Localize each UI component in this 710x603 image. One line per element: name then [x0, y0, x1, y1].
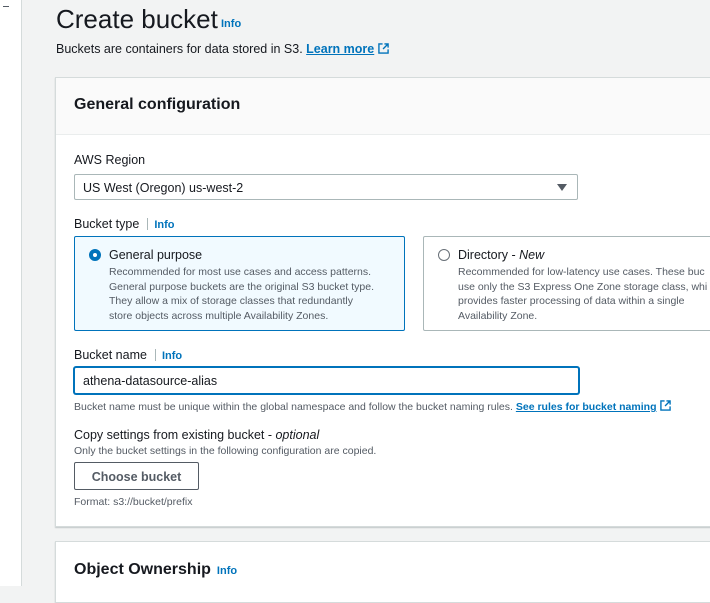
directory-new-badge: New — [519, 248, 545, 262]
choose-bucket-button[interactable]: Choose bucket — [74, 462, 199, 490]
object-ownership-title: Object Ownership Info — [74, 561, 237, 579]
left-nav-rail — [0, 0, 22, 586]
object-ownership-panel: Object Ownership Info — [55, 541, 710, 603]
choose-bucket-label: Choose bucket — [91, 470, 182, 484]
copy-settings-label: Copy settings from existing bucket - opt… — [74, 428, 319, 442]
bucket-type-info-link[interactable]: Info — [154, 219, 174, 231]
bucket-naming-rules-link[interactable]: See rules for bucket naming — [515, 400, 672, 413]
title-info-link[interactable]: Info — [221, 18, 241, 30]
label-divider — [154, 349, 156, 361]
bucket-name-hint-text: Bucket name must be unique within the gl… — [74, 401, 513, 413]
bucket-type-general-purpose-tile[interactable]: General purpose Recommended for most use… — [74, 236, 405, 331]
directory-description: Recommended for low-latency use cases. T… — [458, 265, 707, 323]
external-link-icon — [660, 400, 672, 411]
bucket-naming-rules-label: See rules for bucket naming — [515, 401, 657, 413]
region-label: AWS Region — [74, 153, 146, 167]
object-ownership-title-text: Object Ownership — [74, 561, 211, 578]
description-line: store objects across multiple Availabili… — [109, 309, 329, 322]
bucket-name-label-row: Bucket name Info — [74, 348, 182, 362]
panel-header: General configuration — [56, 78, 710, 135]
page-description: Buckets are containers for data stored i… — [56, 42, 390, 56]
directory-title: Directory - New — [458, 248, 544, 262]
dropdown-caret-icon — [557, 184, 567, 191]
format-hint: Format: s3://bucket/prefix — [74, 496, 193, 508]
description-line: They allow a mix of storage classes that… — [109, 295, 353, 307]
description-line: provides faster processing of data withi… — [458, 295, 685, 307]
description-line: Recommended for low-latency use cases. T… — [458, 266, 705, 278]
general-configuration-title: General configuration — [74, 96, 241, 113]
external-link-icon — [378, 43, 390, 54]
bucket-type-directory-tile[interactable]: Directory - New Recommended for low-late… — [423, 236, 710, 331]
label-divider — [147, 218, 149, 230]
general-purpose-title: General purpose — [109, 248, 203, 262]
copy-settings-label-text: Copy settings from existing bucket - — [74, 428, 276, 442]
page-title: Create bucket — [56, 4, 218, 34]
description-line: Recommended for most use cases and acces… — [109, 266, 372, 278]
bucket-type-label-row: Bucket type Info — [74, 217, 175, 231]
description-line: use only the S3 Express One Zone storage… — [458, 280, 708, 293]
region-select-value: US West (Oregon) us-west-2 — [83, 181, 244, 195]
directory-title-text: Directory - — [458, 248, 520, 262]
bucket-name-label: Bucket name — [74, 348, 147, 362]
description-line: General purpose buckets are the original… — [109, 280, 374, 293]
bucket-name-value: athena-datasource-alias — [83, 374, 218, 388]
radio-unselected-icon[interactable] — [438, 249, 450, 261]
bucket-type-label: Bucket type — [74, 217, 140, 231]
region-select[interactable]: US West (Oregon) us-west-2 — [74, 174, 578, 200]
radio-selected-icon[interactable] — [89, 249, 101, 261]
description-text: Buckets are containers for data stored i… — [56, 42, 303, 56]
description-line: Availability Zone. — [458, 309, 538, 322]
bucket-name-info-link[interactable]: Info — [162, 350, 182, 362]
nav-toggle-mark[interactable] — [3, 6, 9, 7]
learn-more-link[interactable]: Learn more — [306, 42, 390, 56]
general-purpose-description: Recommended for most use cases and acces… — [109, 265, 374, 323]
bucket-name-hint: Bucket name must be unique within the gl… — [74, 400, 672, 413]
copy-settings-optional: optional — [275, 428, 320, 442]
object-ownership-info-link[interactable]: Info — [217, 565, 237, 577]
learn-more-label: Learn more — [306, 42, 375, 56]
bucket-name-input[interactable]: athena-datasource-alias — [74, 367, 579, 394]
copy-settings-hint: Only the bucket settings in the followin… — [74, 445, 377, 457]
